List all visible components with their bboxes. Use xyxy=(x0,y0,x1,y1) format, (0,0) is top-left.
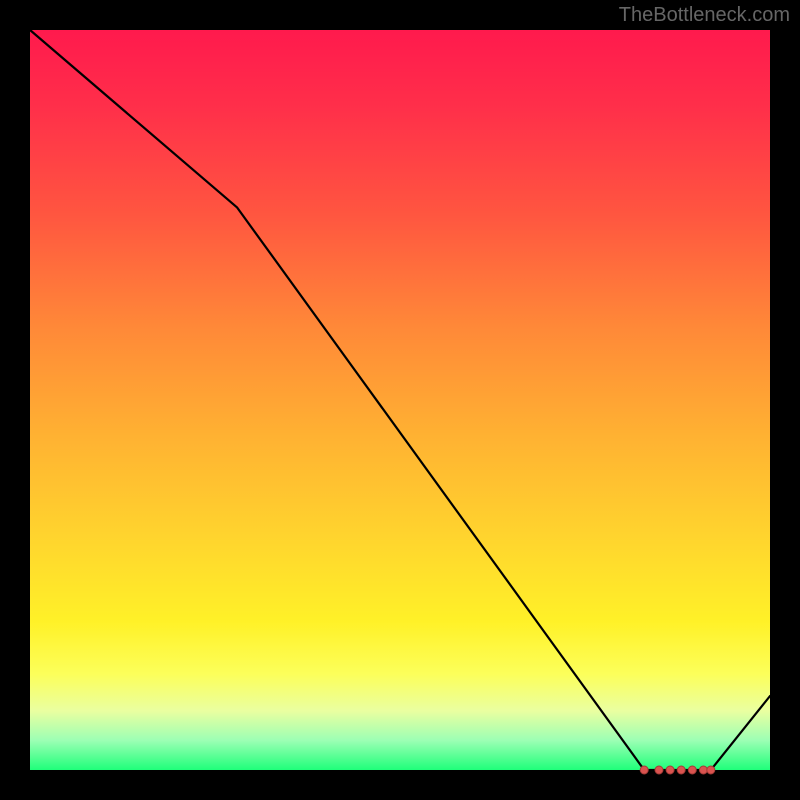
chart-dot xyxy=(699,766,707,774)
attribution-text: TheBottleneck.com xyxy=(619,4,790,27)
chart-dot xyxy=(677,766,685,774)
chart-dot xyxy=(666,766,674,774)
chart-line xyxy=(30,30,770,770)
chart-dot xyxy=(640,766,648,774)
chart-dot xyxy=(688,766,696,774)
chart-svg-layer xyxy=(30,30,770,770)
chart-plot-area xyxy=(30,30,770,770)
chart-dot xyxy=(655,766,663,774)
chart-dot xyxy=(707,766,715,774)
